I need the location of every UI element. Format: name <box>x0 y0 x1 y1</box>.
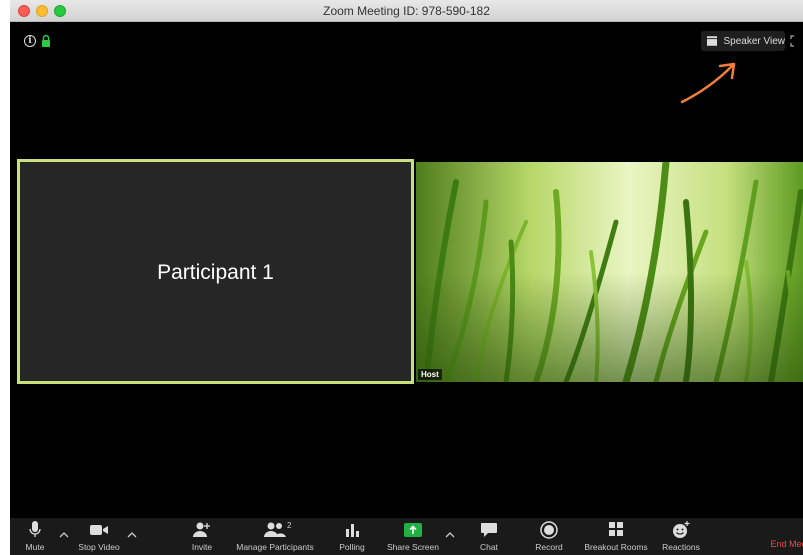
share-screen-button[interactable]: Share Screen <box>384 520 442 552</box>
participant-count-badge: 2 <box>287 521 292 530</box>
manage-participants-button[interactable]: 2 Manage Participants <box>232 520 318 552</box>
record-label: Record <box>535 542 563 552</box>
annotation-arrow <box>680 62 736 104</box>
chat-button[interactable]: Chat <box>474 520 504 552</box>
chat-icon <box>481 523 497 537</box>
share-screen-icon <box>404 523 422 537</box>
participant-1-name: Participant 1 <box>157 261 274 284</box>
record-button[interactable]: Record <box>531 520 567 552</box>
speaker-view-icon <box>707 36 718 46</box>
zoom-window: Zoom Meeting ID: 978-590-182 i Speaker V… <box>10 0 803 555</box>
polling-icon <box>346 524 359 537</box>
info-icon[interactable]: i <box>24 35 36 47</box>
breakout-rooms-button[interactable]: Breakout Rooms <box>580 520 652 552</box>
mute-options-caret-icon[interactable] <box>58 530 70 540</box>
polling-label: Polling <box>339 542 365 552</box>
breakout-rooms-icon <box>609 522 623 536</box>
chat-label: Chat <box>480 542 498 552</box>
end-meeting-button[interactable]: End Meeting <box>770 539 803 549</box>
window-title: Zoom Meeting ID: 978-590-182 <box>323 4 490 18</box>
participant-1-tile[interactable]: Participant 1 <box>17 159 414 384</box>
reactions-button[interactable]: Reactions <box>658 520 704 552</box>
stop-video-label: Stop Video <box>78 542 120 552</box>
host-video-tile[interactable]: Host <box>416 162 803 382</box>
speaker-view-label: Speaker View <box>723 35 785 47</box>
lock-icon[interactable] <box>41 34 51 48</box>
manage-participants-label: Manage Participants <box>236 542 314 552</box>
stop-video-button[interactable]: Stop Video <box>74 520 124 552</box>
participants-icon <box>264 522 286 537</box>
meeting-toolbar: Mute Stop Video Invite 2 Manage Particip… <box>10 518 803 555</box>
record-icon <box>540 521 558 539</box>
invite-button[interactable]: Invite <box>184 520 220 552</box>
mute-label: Mute <box>25 542 45 552</box>
microphone-icon <box>29 521 41 537</box>
speaker-view-button[interactable]: Speaker View <box>701 31 785 51</box>
polling-button[interactable]: Polling <box>336 520 368 552</box>
video-camera-icon <box>90 525 108 535</box>
breakout-rooms-label: Breakout Rooms <box>584 542 648 552</box>
reactions-label: Reactions <box>662 542 700 552</box>
reactions-icon <box>673 521 690 538</box>
video-options-caret-icon[interactable] <box>126 530 138 540</box>
invite-label: Invite <box>191 542 213 552</box>
host-label: Host <box>418 369 442 380</box>
share-options-caret-icon[interactable] <box>444 530 456 540</box>
mute-button[interactable]: Mute <box>20 520 50 552</box>
share-screen-label: Share Screen <box>387 542 439 552</box>
grass-background-image <box>416 162 803 382</box>
title-bar: Zoom Meeting ID: 978-590-182 <box>10 0 803 22</box>
add-user-icon <box>193 522 210 537</box>
fullscreen-icon[interactable] <box>789 33 803 49</box>
